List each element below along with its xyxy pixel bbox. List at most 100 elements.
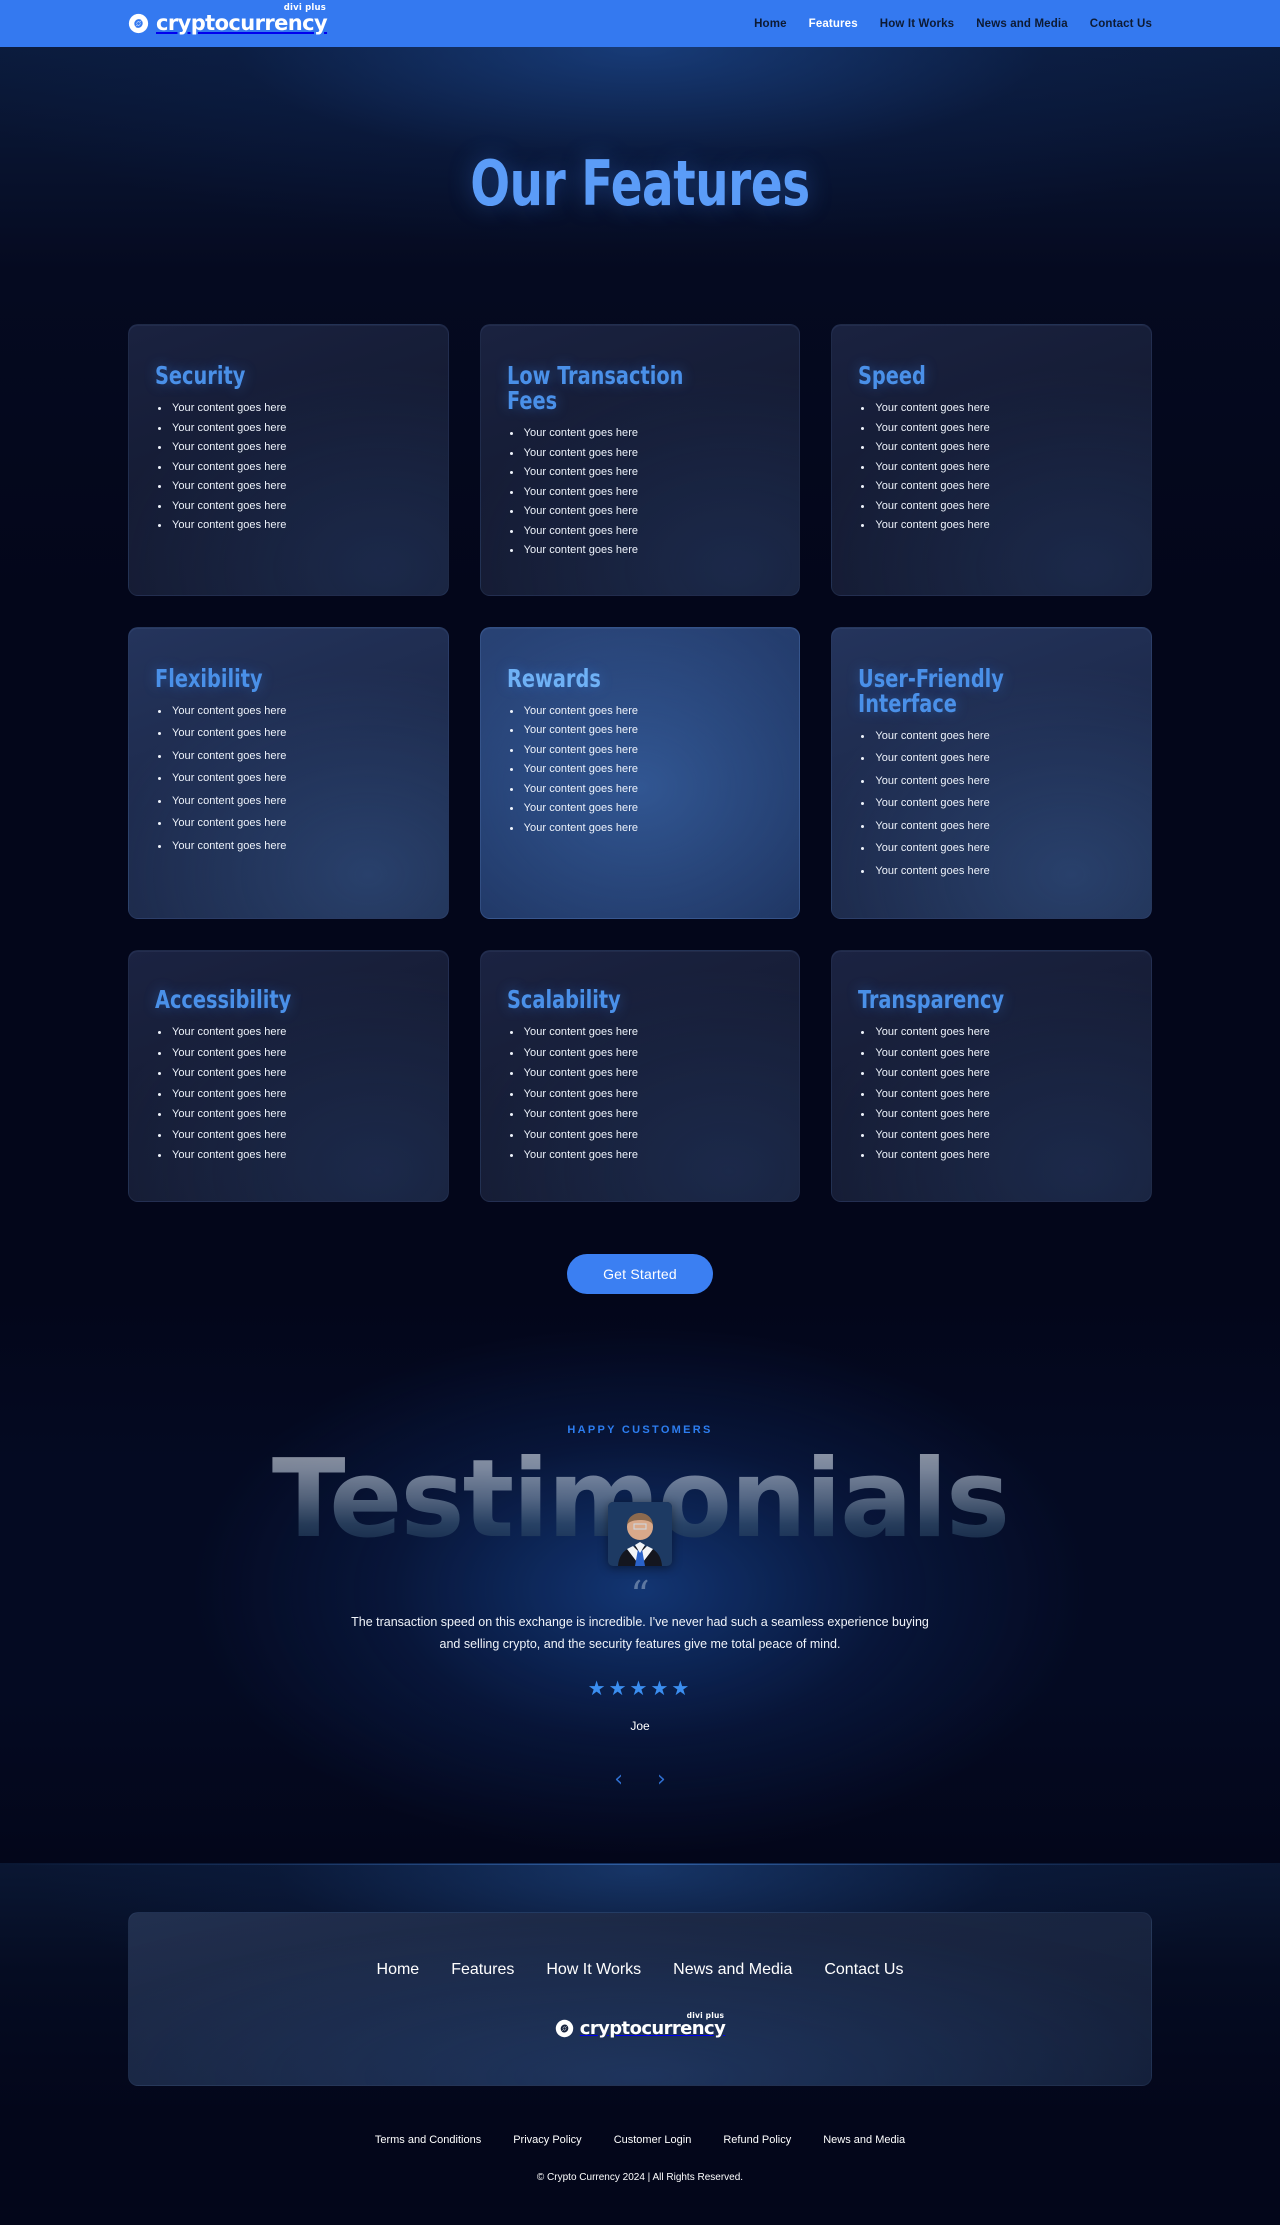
footer-link-terms-and-conditions[interactable]: Terms and Conditions <box>375 2134 481 2146</box>
list-item: Your content goes here <box>507 705 774 717</box>
nav-item-features[interactable]: Features <box>809 18 858 30</box>
feature-card-security[interactable]: Security Your content goes here Your con… <box>128 324 449 596</box>
list-item: Your content goes here <box>507 506 774 517</box>
list-item: Your content goes here <box>155 705 422 717</box>
footer-logo-name: cryptocurrency <box>579 2017 726 2039</box>
footer-panel: Home Features How It Works News and Medi… <box>128 1912 1152 2087</box>
list-item: Your content goes here <box>507 1068 774 1079</box>
card-title: Low Transaction Fees <box>506 361 684 415</box>
chevron-right-icon[interactable]: › <box>651 1767 672 1793</box>
feature-card-accessibility[interactable]: Accessibility Your content goes here You… <box>128 950 449 1202</box>
list-item: Your content goes here <box>155 728 422 739</box>
footer-nav-features[interactable]: Features <box>451 1961 514 1979</box>
list-item: Your content goes here <box>858 865 1125 877</box>
crypto-coin-icon <box>128 13 149 34</box>
star-rating: ★★★★★ <box>587 1678 693 1701</box>
feature-card-rewards[interactable]: Rewards Your content goes here Your cont… <box>479 626 801 919</box>
list-item: Your content goes here <box>507 1109 774 1120</box>
list-item: Your content goes here <box>507 545 774 556</box>
footer-nav-home[interactable]: Home <box>377 1961 420 1979</box>
list-item: Your content goes here <box>858 730 1125 742</box>
list-item: Your content goes here <box>858 798 1125 809</box>
list-item: Your content goes here <box>155 795 422 807</box>
section-eyebrow: HAPPY CUSTOMERS <box>567 1423 713 1436</box>
list-item: Your content goes here <box>507 803 774 814</box>
chevron-left-icon[interactable]: ‹ <box>608 1767 629 1793</box>
list-item: Your content goes here <box>507 1129 774 1141</box>
feature-card-flexibility[interactable]: Flexibility Your content goes here Your … <box>128 626 449 919</box>
list-item: Your content goes here <box>507 822 774 834</box>
list-item: Your content goes here <box>858 1068 1125 1079</box>
feature-card-transparency[interactable]: Transparency Your content goes here Your… <box>831 950 1152 1202</box>
footer-logo[interactable]: cryptocurrency divi plus <box>555 2012 726 2039</box>
footer-nav-contact-us[interactable]: Contact Us <box>824 1961 903 1979</box>
list-item: Your content goes here <box>155 773 422 784</box>
list-item: Your content goes here <box>155 442 422 453</box>
slider-controls: ‹ › <box>0 1767 1280 1793</box>
card-bullet-list: Your content goes here Your content goes… <box>155 705 422 852</box>
nav-item-home[interactable]: Home <box>754 18 787 30</box>
list-item: Your content goes here <box>155 1129 422 1141</box>
site-logo[interactable]: cryptocurrency divi plus <box>128 4 328 35</box>
footer-nav-news-and-media[interactable]: News and Media <box>673 1961 792 1979</box>
list-item: Your content goes here <box>858 1088 1125 1100</box>
testimonials-section: HAPPY CUSTOMERS Testimonials “ The trans… <box>0 1294 1280 1864</box>
logo-name: cryptocurrency <box>156 11 328 35</box>
feature-card-scalability[interactable]: Scalability Your content goes here Your … <box>479 950 801 1202</box>
nav-item-news-and-media[interactable]: News and Media <box>976 18 1068 30</box>
list-item: Your content goes here <box>155 500 422 512</box>
footer-divider <box>0 1864 1280 1866</box>
list-item: Your content goes here <box>507 764 774 775</box>
footer-link-privacy-policy[interactable]: Privacy Policy <box>513 2134 581 2146</box>
get-started-button[interactable]: Get Started <box>567 1253 713 1294</box>
list-item: Your content goes here <box>507 1150 774 1161</box>
list-item: Your content goes here <box>155 840 422 852</box>
card-title: User-Friendly Interface <box>858 663 1005 718</box>
list-item: Your content goes here <box>155 1068 422 1079</box>
footer-link-customer-login[interactable]: Customer Login <box>614 2134 692 2146</box>
footer-link-news-and-media[interactable]: News and Media <box>823 2134 905 2146</box>
list-item: Your content goes here <box>858 1109 1125 1120</box>
footer-link-refund-policy[interactable]: Refund Policy <box>723 2134 791 2146</box>
list-item: Your content goes here <box>507 744 774 756</box>
card-title: Accessibility <box>155 985 292 1014</box>
logo-wordmark: cryptocurrency divi plus <box>156 4 328 35</box>
nav-item-contact-us[interactable]: Contact Us <box>1090 18 1152 30</box>
card-title: Flexibility <box>155 663 263 693</box>
list-item: Your content goes here <box>507 467 774 478</box>
nav-item-how-it-works[interactable]: How It Works <box>880 18 954 30</box>
list-item: Your content goes here <box>858 775 1125 787</box>
list-item: Your content goes here <box>155 1150 422 1161</box>
list-item: Your content goes here <box>858 843 1125 854</box>
feature-card-user-friendly-interface[interactable]: User-Friendly Interface Your content goe… <box>831 626 1152 919</box>
list-item: Your content goes here <box>155 1109 422 1120</box>
list-item: Your content goes here <box>858 461 1125 473</box>
list-item: Your content goes here <box>155 422 422 434</box>
list-item: Your content goes here <box>507 1088 774 1100</box>
list-item: Your content goes here <box>507 428 774 439</box>
card-bullet-list: Your content goes here Your content goes… <box>858 1027 1125 1161</box>
list-item: Your content goes here <box>507 1027 774 1038</box>
list-item: Your content goes here <box>155 818 422 829</box>
feature-card-speed[interactable]: Speed Your content goes here Your conten… <box>831 324 1152 596</box>
crypto-coin-icon <box>555 2019 574 2038</box>
card-bullet-list: Your content goes here Your content goes… <box>155 1027 422 1161</box>
card-title: Scalability <box>506 985 621 1014</box>
card-bullet-list: Your content goes here Your content goes… <box>507 1027 774 1161</box>
card-title: Security <box>155 361 246 390</box>
card-title: Rewards <box>506 663 601 693</box>
list-item: Your content goes here <box>507 525 774 537</box>
list-item: Your content goes here <box>858 403 1125 414</box>
feature-card-low-transaction-fees[interactable]: Low Transaction Fees Your content goes h… <box>479 324 801 596</box>
list-item: Your content goes here <box>858 1150 1125 1161</box>
features-card-grid: Security Your content goes here Your con… <box>128 215 1152 1202</box>
list-item: Your content goes here <box>858 442 1125 453</box>
list-item: Your content goes here <box>155 1088 422 1100</box>
site-footer: Home Features How It Works News and Medi… <box>0 1863 1280 2225</box>
footer-nav-how-it-works[interactable]: How It Works <box>546 1961 641 1979</box>
card-bullet-list: Your content goes here Your content goes… <box>155 403 422 531</box>
list-item: Your content goes here <box>155 461 422 473</box>
list-item: Your content goes here <box>155 520 422 531</box>
list-item: Your content goes here <box>858 500 1125 512</box>
list-item: Your content goes here <box>858 422 1125 434</box>
